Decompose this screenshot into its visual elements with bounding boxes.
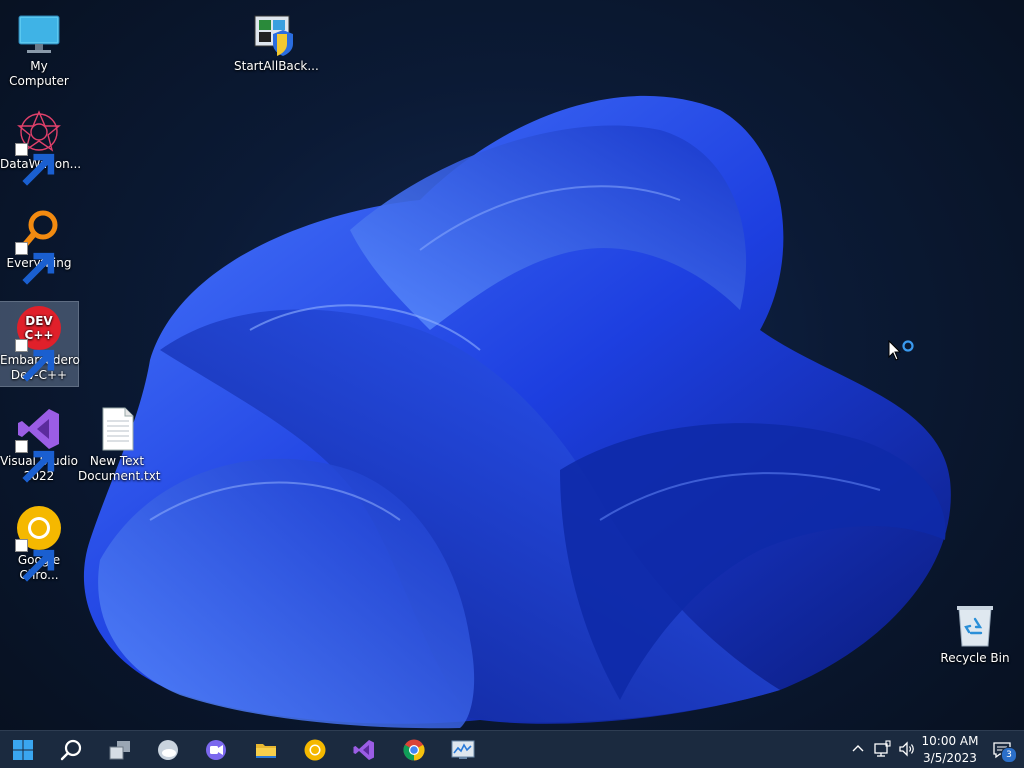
desktop-icon-recycle-bin[interactable]: Recycle Bin bbox=[936, 600, 1014, 666]
shortcut-arrow-icon bbox=[15, 242, 55, 285]
desktop-icon-visual-studio[interactable]: Visual Studio 2022 bbox=[0, 403, 78, 484]
taskbar-clock[interactable]: 10:00 AM 3/5/2023 bbox=[915, 733, 985, 767]
network-status-button[interactable] bbox=[872, 739, 892, 759]
speaker-icon bbox=[897, 739, 917, 759]
desktop-icon-label: New Text Document.txt bbox=[78, 454, 161, 483]
startallback-icon bbox=[249, 10, 297, 58]
chrome-taskbar-button[interactable] bbox=[395, 735, 433, 765]
shortcut-arrow-icon bbox=[15, 539, 55, 582]
chrome-canary-taskbar-button[interactable] bbox=[296, 735, 334, 765]
recycle-bin-icon bbox=[951, 602, 999, 650]
resource-monitor-icon bbox=[451, 738, 475, 762]
busy-cursor-icon bbox=[888, 340, 914, 361]
show-hidden-icons-button[interactable] bbox=[848, 739, 868, 759]
dev-cpp-icon: DEV C++ bbox=[15, 304, 63, 382]
widgets-button[interactable] bbox=[149, 735, 187, 765]
notification-center-button[interactable]: 3 bbox=[992, 740, 1017, 763]
windows-start-icon bbox=[11, 738, 35, 762]
visual-studio-taskbar-button[interactable] bbox=[345, 735, 383, 765]
desktop-icon-datawagon[interactable]: DataWagon... bbox=[0, 106, 81, 186]
taskbar: 10:00 AM 3/5/2023 3 bbox=[0, 730, 1024, 768]
shortcut-arrow-icon bbox=[15, 440, 55, 483]
everything-search-icon bbox=[15, 207, 63, 285]
desktop-icon-label: StartAllBack... bbox=[234, 59, 319, 73]
file-explorer-button[interactable] bbox=[247, 735, 285, 765]
desktop-icon-startallback[interactable]: StartAllBack... bbox=[234, 8, 319, 74]
task-view-icon bbox=[108, 738, 132, 762]
text-file-icon bbox=[93, 405, 141, 453]
desktop-icon-label: My Computer bbox=[9, 59, 69, 88]
desktop-icon-my-computer[interactable]: My Computer bbox=[0, 8, 78, 89]
teams-chat-icon bbox=[204, 738, 228, 762]
desktop-icon-new-text-document[interactable]: New Text Document.txt bbox=[78, 403, 161, 484]
search-button[interactable] bbox=[52, 735, 90, 765]
volume-button[interactable] bbox=[897, 739, 917, 759]
shortcut-arrow-icon bbox=[15, 143, 55, 186]
chrome-icon bbox=[402, 738, 426, 762]
svg-text:DEV: DEV bbox=[25, 314, 53, 328]
visual-studio-icon bbox=[15, 405, 63, 483]
resource-monitor-taskbar-button[interactable] bbox=[444, 735, 482, 765]
file-explorer-icon bbox=[254, 738, 278, 762]
monitor-icon bbox=[15, 10, 63, 58]
search-icon bbox=[59, 738, 83, 762]
chat-button[interactable] bbox=[197, 735, 235, 765]
desktop-icon-label: Recycle Bin bbox=[940, 651, 1010, 665]
chrome-canary-icon bbox=[303, 738, 327, 762]
visual-studio-icon bbox=[352, 738, 376, 762]
task-view-button[interactable] bbox=[101, 735, 139, 765]
datawagon-icon bbox=[15, 108, 63, 186]
desktop-icon-everything[interactable]: Everything bbox=[0, 205, 78, 285]
desktop-icon-google-chrome-canary[interactable]: Google Chro... bbox=[0, 502, 78, 583]
chevron-up-icon bbox=[848, 739, 868, 759]
chrome-canary-icon bbox=[15, 504, 63, 582]
clock-date: 3/5/2023 bbox=[923, 751, 977, 765]
network-icon bbox=[872, 739, 892, 759]
desktop-icon-dev-cpp[interactable]: DEV C++ Embarcadero Dev-C++ bbox=[0, 301, 80, 387]
wallpaper-bloom bbox=[83, 95, 951, 729]
notification-count-badge: 3 bbox=[1001, 747, 1017, 763]
clock-time: 10:00 AM bbox=[921, 734, 979, 748]
weather-widget-icon bbox=[156, 738, 180, 762]
start-button[interactable] bbox=[4, 735, 42, 765]
shortcut-arrow-icon bbox=[15, 339, 55, 382]
